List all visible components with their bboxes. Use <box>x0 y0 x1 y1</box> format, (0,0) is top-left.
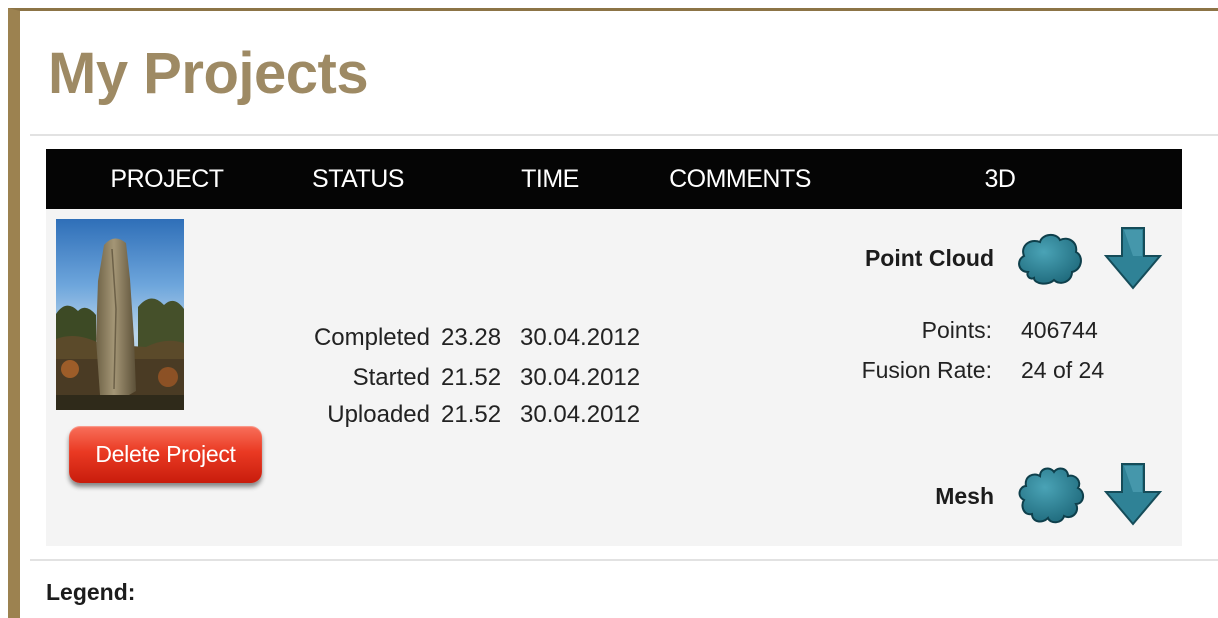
fusion-rate-label: Fusion Rate: <box>861 357 992 383</box>
table-header: PROJECT STATUS TIME COMMENTS 3D <box>46 149 1182 209</box>
points-label: Points: <box>921 317 992 343</box>
status-uploaded-date: 30.04.2012 <box>520 401 641 428</box>
page-title: My Projects <box>48 41 369 106</box>
status-started-date: 30.04.2012 <box>520 364 641 391</box>
point-cloud-label: Point Cloud <box>864 245 994 271</box>
fusion-rate-value: 24 of 24 <box>1021 357 1105 383</box>
point-cloud-download-icon[interactable] <box>1102 226 1164 290</box>
mesh-label: Mesh <box>935 483 994 509</box>
status-started-label: Started <box>352 364 430 391</box>
column-header-project: PROJECT <box>110 165 224 193</box>
column-header-3d: 3D <box>984 165 1016 193</box>
project-thumbnail[interactable] <box>56 219 184 410</box>
status-completed-label: Completed <box>313 324 430 351</box>
column-header-status: STATUS <box>312 165 404 193</box>
mesh-download-icon[interactable] <box>1102 462 1164 526</box>
title-divider <box>30 134 1218 136</box>
delete-project-button[interactable]: Delete Project <box>69 426 262 483</box>
status-uploaded-time: 21.52 <box>441 401 502 428</box>
legend-heading: Legend: <box>46 579 136 605</box>
points-value: 406744 <box>1021 317 1098 343</box>
status-uploaded-label: Uploaded <box>327 401 430 428</box>
column-header-comments: COMMENTS <box>669 165 811 193</box>
point-cloud-icon[interactable] <box>1014 228 1084 290</box>
status-completed-time: 23.28 <box>441 324 502 351</box>
column-header-time: TIME <box>521 165 579 193</box>
mesh-icon[interactable] <box>1014 462 1086 528</box>
legend-divider <box>30 559 1218 561</box>
status-completed-date: 30.04.2012 <box>520 324 641 351</box>
status-started-time: 21.52 <box>441 364 502 391</box>
